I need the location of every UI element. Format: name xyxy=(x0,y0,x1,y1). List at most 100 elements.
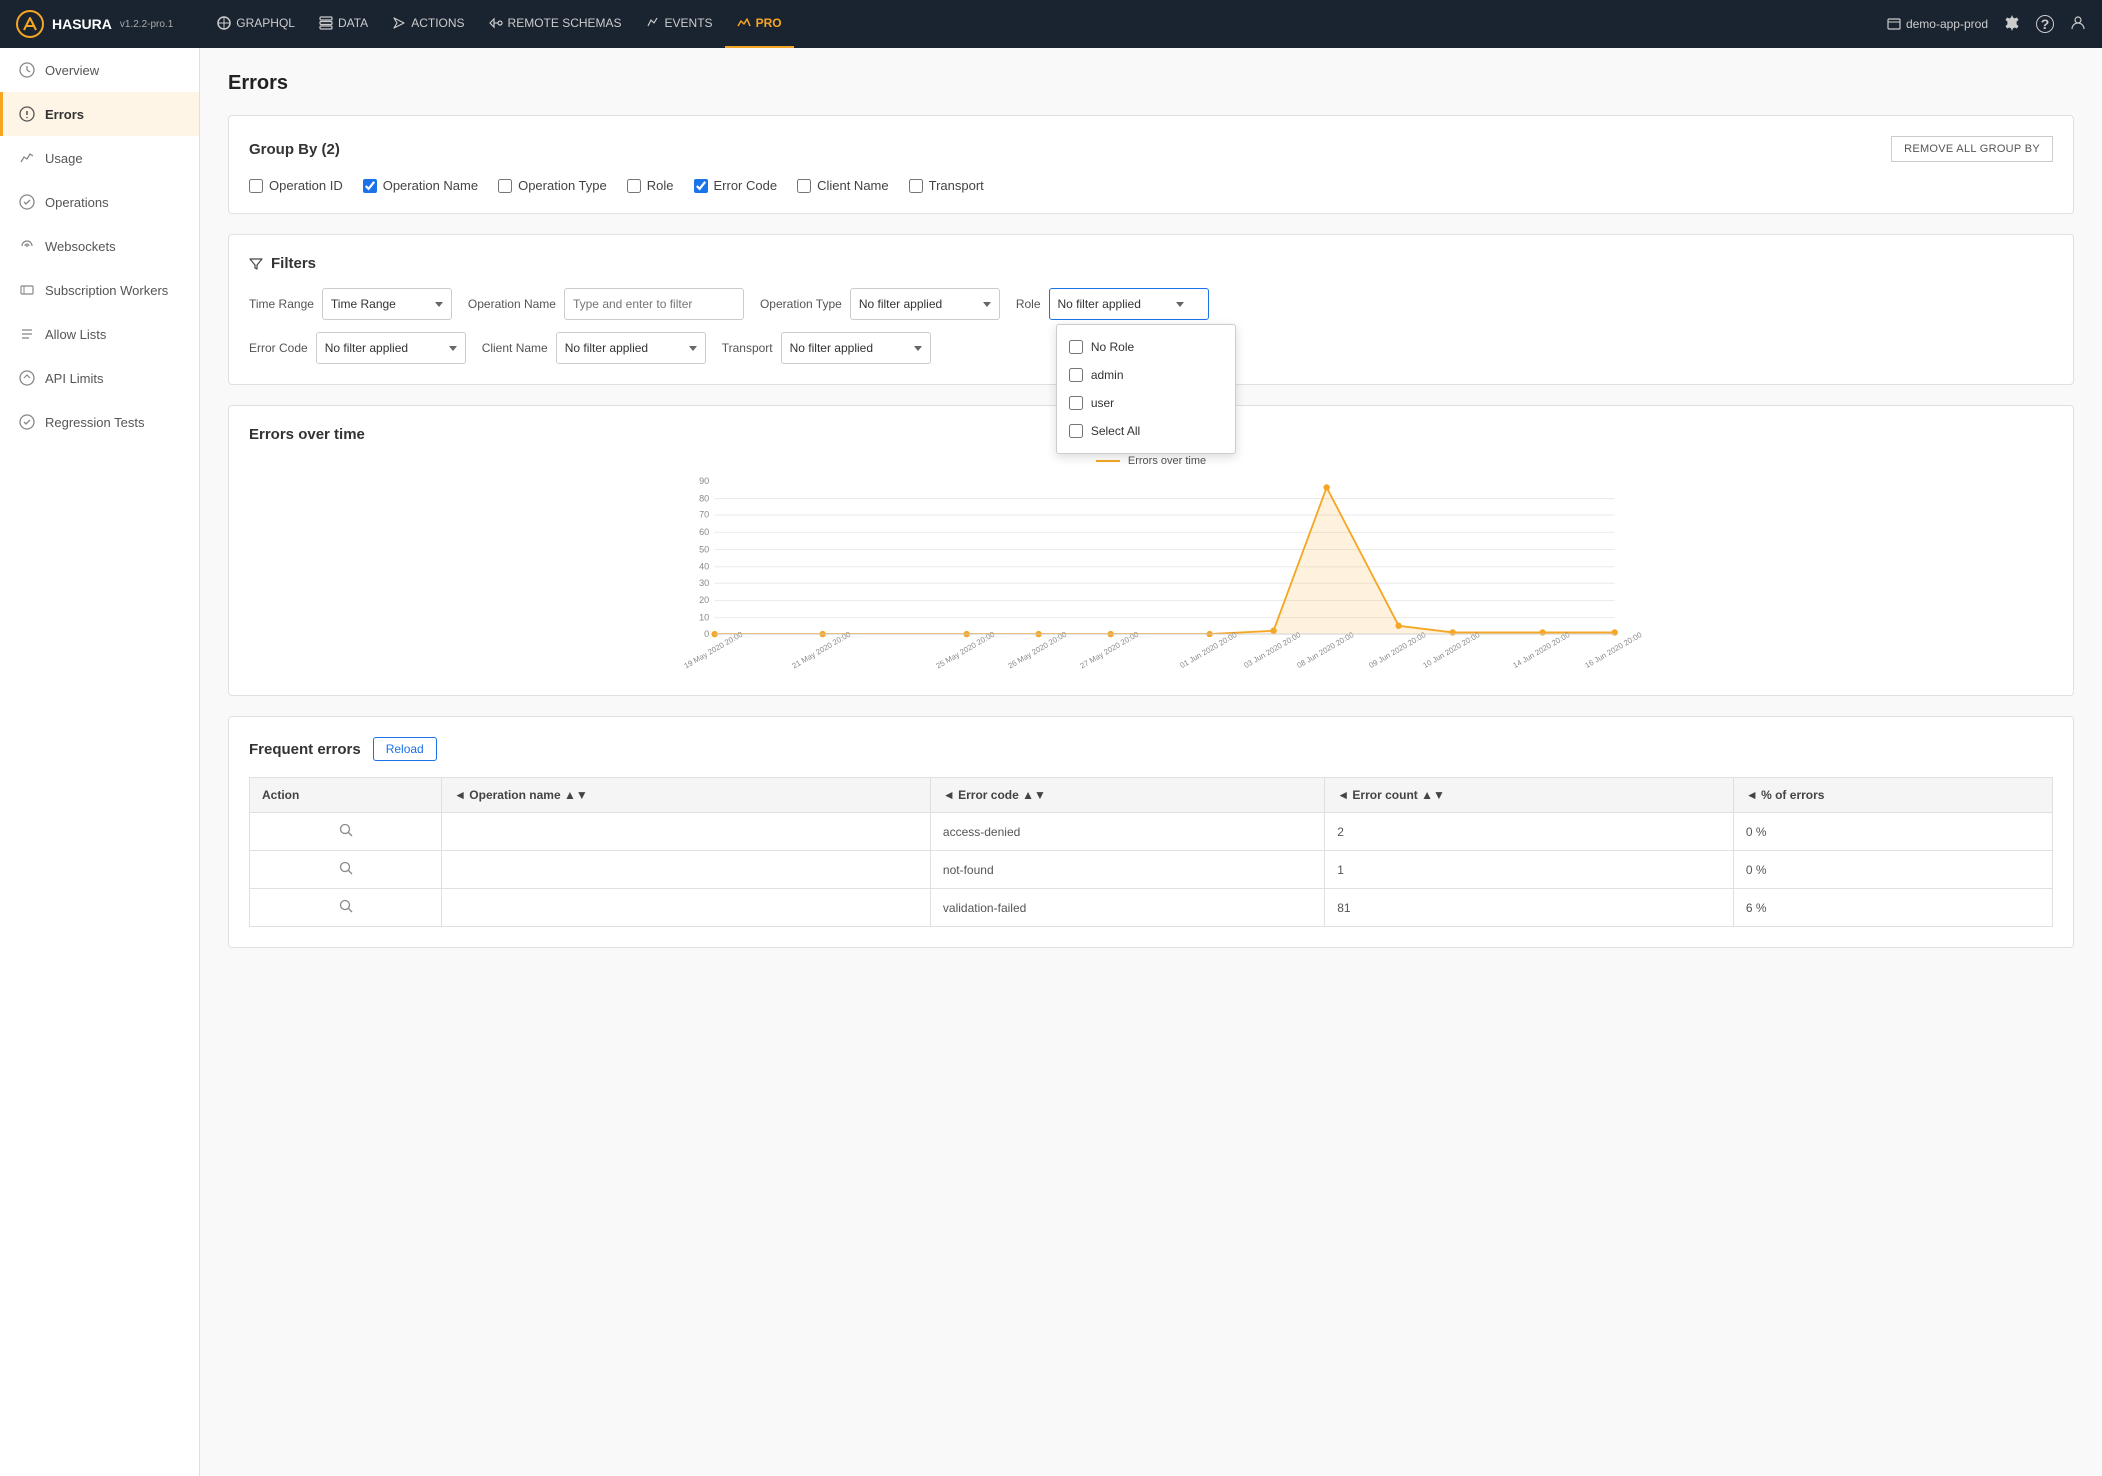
group-by-error-code-checkbox[interactable] xyxy=(694,179,708,193)
svg-text:60: 60 xyxy=(699,527,709,537)
col-error-count[interactable]: ◄ Error count ▲▼ xyxy=(1325,778,1734,813)
svg-text:08 Jun 2020 20:00: 08 Jun 2020 20:00 xyxy=(1295,630,1355,670)
sidebar-label-api-limits: API Limits xyxy=(45,371,104,386)
remove-all-group-by-button[interactable]: REMOVE ALL GROUP BY xyxy=(1891,136,2053,162)
transport-filter: Transport No filter applied xyxy=(722,332,931,364)
group-by-role[interactable]: Role xyxy=(627,178,674,193)
role-admin-checkbox[interactable] xyxy=(1069,368,1083,382)
client-name-select[interactable]: No filter applied xyxy=(556,332,706,364)
svg-text:20: 20 xyxy=(699,595,709,605)
sidebar-label-allow-lists: Allow Lists xyxy=(45,327,106,342)
role-user-checkbox[interactable] xyxy=(1069,396,1083,410)
overview-icon xyxy=(19,62,35,78)
group-by-options: Operation ID Operation Name Operation Ty… xyxy=(249,178,2053,193)
transport-select[interactable]: No filter applied xyxy=(781,332,931,364)
nav-events[interactable]: EVENTS xyxy=(634,0,725,48)
row-2-error-count: 81 xyxy=(1325,889,1734,927)
group-by-operation-name-checkbox[interactable] xyxy=(363,179,377,193)
row-1-operation-name xyxy=(442,851,931,889)
nav-actions[interactable]: ACTIONS xyxy=(380,0,476,48)
role-option-no-role[interactable]: No Role xyxy=(1057,333,1235,361)
sidebar-item-overview[interactable]: Overview xyxy=(0,48,199,92)
nav-pro[interactable]: PRO xyxy=(725,0,794,48)
role-option-user[interactable]: user xyxy=(1057,389,1235,417)
svg-text:14 Jun 2020 20:00: 14 Jun 2020 20:00 xyxy=(1511,630,1571,670)
group-by-card: Group By (2) REMOVE ALL GROUP BY Operati… xyxy=(228,115,2074,214)
sidebar-item-usage[interactable]: Usage xyxy=(0,136,199,180)
filters-title: Filters xyxy=(271,255,316,272)
role-option-admin[interactable]: admin xyxy=(1057,361,1235,389)
api-limits-icon xyxy=(19,370,35,386)
svg-text:0: 0 xyxy=(704,629,709,639)
time-range-label: Time Range xyxy=(249,297,314,311)
group-by-role-checkbox[interactable] xyxy=(627,179,641,193)
reload-button[interactable]: Reload xyxy=(373,737,437,761)
group-by-client-name-checkbox[interactable] xyxy=(797,179,811,193)
operation-name-input[interactable] xyxy=(564,288,744,320)
events-icon xyxy=(646,16,660,30)
svg-text:16 Jun 2020 20:00: 16 Jun 2020 20:00 xyxy=(1583,630,1643,670)
nav-remote-schemas[interactable]: REMOTE SCHEMAS xyxy=(477,0,634,48)
role-dropdown-popup: No Role admin user Select All xyxy=(1056,324,1236,454)
project-selector[interactable]: demo-app-prod xyxy=(1887,17,1988,31)
sidebar-label-websockets: Websockets xyxy=(45,239,116,254)
operation-name-filter: Operation Name xyxy=(468,288,744,320)
logo[interactable]: HASURA v1.2.2-pro.1 xyxy=(16,10,173,38)
group-by-error-code[interactable]: Error Code xyxy=(694,178,778,193)
col-pct-errors[interactable]: ◄ % of errors xyxy=(1733,778,2052,813)
sidebar-item-regression-tests[interactable]: Regression Tests xyxy=(0,400,199,444)
error-code-select[interactable]: No filter applied xyxy=(316,332,466,364)
sidebar-label-errors: Errors xyxy=(45,107,84,122)
operation-type-select[interactable]: No filter applied xyxy=(850,288,1000,320)
top-nav: HASURA v1.2.2-pro.1 GRAPHQL DATA ACTIONS… xyxy=(0,0,2102,48)
time-range-select[interactable]: Time Range xyxy=(322,288,452,320)
settings-button[interactable] xyxy=(2004,15,2020,34)
chart-line xyxy=(715,487,1615,634)
sidebar-item-operations[interactable]: Operations xyxy=(0,180,199,224)
row-2-action[interactable] xyxy=(250,889,442,927)
group-by-transport-checkbox[interactable] xyxy=(909,179,923,193)
chart-point xyxy=(1395,623,1401,629)
row-0-error-code: access-denied xyxy=(930,813,1324,851)
usage-icon xyxy=(19,150,35,166)
group-by-operation-id-checkbox[interactable] xyxy=(249,179,263,193)
svg-text:03 Jun 2020 20:00: 03 Jun 2020 20:00 xyxy=(1242,630,1302,670)
role-option-select-all[interactable]: Select All xyxy=(1057,417,1235,445)
role-no-role-checkbox[interactable] xyxy=(1069,340,1083,354)
sidebar-item-websockets[interactable]: Websockets xyxy=(0,224,199,268)
sidebar-item-allow-lists[interactable]: Allow Lists xyxy=(0,312,199,356)
col-error-code[interactable]: ◄ Error code ▲▼ xyxy=(930,778,1324,813)
role-select-all-checkbox[interactable] xyxy=(1069,424,1083,438)
table-row: access-denied 2 0 % xyxy=(250,813,2053,851)
row-1-action[interactable] xyxy=(250,851,442,889)
nav-graphql[interactable]: GRAPHQL xyxy=(205,0,307,48)
group-by-operation-type[interactable]: Operation Type xyxy=(498,178,607,193)
sidebar-item-api-limits[interactable]: API Limits xyxy=(0,356,199,400)
group-by-transport[interactable]: Transport xyxy=(909,178,984,193)
sidebar-label-overview: Overview xyxy=(45,63,99,78)
nav-data[interactable]: DATA xyxy=(307,0,380,48)
user-button[interactable] xyxy=(2070,15,2086,34)
error-code-label: Error Code xyxy=(249,341,308,355)
search-icon[interactable] xyxy=(339,899,353,913)
chart-legend: Errors over time xyxy=(249,455,2053,467)
group-by-title: Group By (2) xyxy=(249,141,340,158)
role-dropdown-button[interactable]: No filter applied xyxy=(1049,288,1209,320)
sidebar-item-errors[interactable]: Errors xyxy=(0,92,199,136)
client-name-label: Client Name xyxy=(482,341,548,355)
row-2-error-code: validation-failed xyxy=(930,889,1324,927)
row-0-action[interactable] xyxy=(250,813,442,851)
group-by-operation-name[interactable]: Operation Name xyxy=(363,178,478,193)
search-icon[interactable] xyxy=(339,823,353,837)
group-by-operation-type-checkbox[interactable] xyxy=(498,179,512,193)
row-2-operation-name xyxy=(442,889,931,927)
search-icon[interactable] xyxy=(339,861,353,875)
svg-text:40: 40 xyxy=(699,562,709,572)
legend-label: Errors over time xyxy=(1128,455,1206,467)
page-title: Errors xyxy=(228,72,2074,95)
group-by-client-name[interactable]: Client Name xyxy=(797,178,889,193)
group-by-operation-id[interactable]: Operation ID xyxy=(249,178,343,193)
help-button[interactable]: ? xyxy=(2036,15,2054,33)
sidebar-item-subscription-workers[interactable]: Subscription Workers xyxy=(0,268,199,312)
col-operation-name[interactable]: ◄ Operation name ▲▼ xyxy=(442,778,931,813)
